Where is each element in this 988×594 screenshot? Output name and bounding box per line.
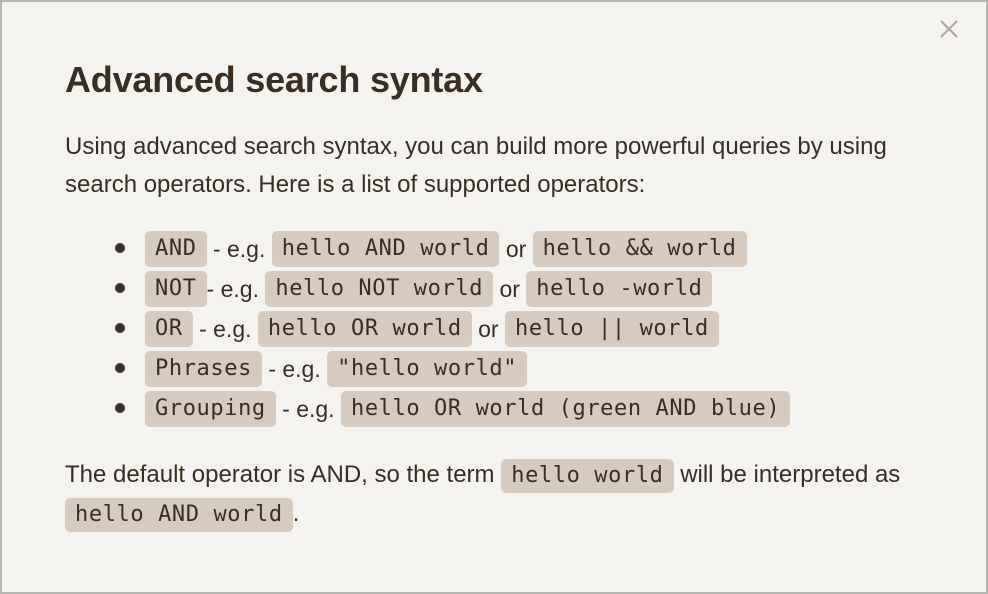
operator-item-grouping: Grouping - e.g. hello OR world (green AN…: [115, 387, 791, 427]
close-button[interactable]: [938, 18, 960, 40]
eg-label: - e.g.: [212, 235, 266, 262]
or-label: or: [478, 315, 499, 342]
footer-text: will be interpreted as: [680, 461, 901, 488]
example-code: hello NOT world: [265, 270, 494, 307]
eg-label: - e.g.: [282, 395, 335, 422]
operator-name: Phrases: [145, 350, 262, 387]
operator-name: Grouping: [145, 390, 276, 427]
example-code: hello OR world: [257, 310, 472, 347]
example-code: "hello world": [327, 350, 528, 387]
eg-label: - e.g.: [206, 275, 259, 302]
advanced-search-dialog: Advanced search syntax Using advanced se…: [2, 2, 986, 592]
example-code: hello AND world: [271, 230, 500, 267]
operator-item-and: AND - e.g. hello AND world or hello && w…: [115, 227, 790, 267]
operator-item-phrases: Phrases - e.g. "hello world": [115, 347, 790, 387]
intro-text: Using advanced search syntax, you can bu…: [65, 133, 887, 198]
default-operator-note: The default operator is AND, so the term…: [65, 455, 945, 533]
close-icon: [940, 20, 958, 38]
example-code: hello && world: [532, 230, 747, 267]
eg-label: - e.g.: [268, 355, 321, 382]
operator-list: AND - e.g. hello AND world or hello && w…: [65, 227, 791, 427]
example-code: hello OR world (green AND blue): [340, 390, 791, 427]
dialog-title: Advanced search syntax: [65, 59, 483, 100]
eg-label: - e.g.: [199, 315, 252, 342]
operator-item-not: NOT - e.g. hello NOT world or hello -worl…: [115, 267, 790, 307]
bullet: [115, 363, 125, 373]
example-code: hello -world: [526, 270, 713, 307]
operator-name: AND: [145, 230, 207, 267]
bullet: [115, 403, 125, 413]
operator-name: NOT: [145, 270, 207, 307]
operator-item-or: OR - e.g. hello OR world or hello || wor…: [115, 307, 790, 347]
bullet: [115, 243, 125, 253]
footer-text: The default operator is AND, so the term: [65, 461, 495, 488]
operator-name: OR: [145, 310, 193, 347]
example-code: hello AND world: [65, 498, 293, 532]
bullet: [115, 323, 125, 333]
example-code: hello world: [501, 459, 674, 493]
example-code: hello || world: [504, 310, 719, 347]
footer-text: .: [292, 500, 300, 527]
or-label: or: [499, 275, 520, 302]
or-label: or: [505, 235, 527, 262]
bullet: [115, 283, 125, 293]
